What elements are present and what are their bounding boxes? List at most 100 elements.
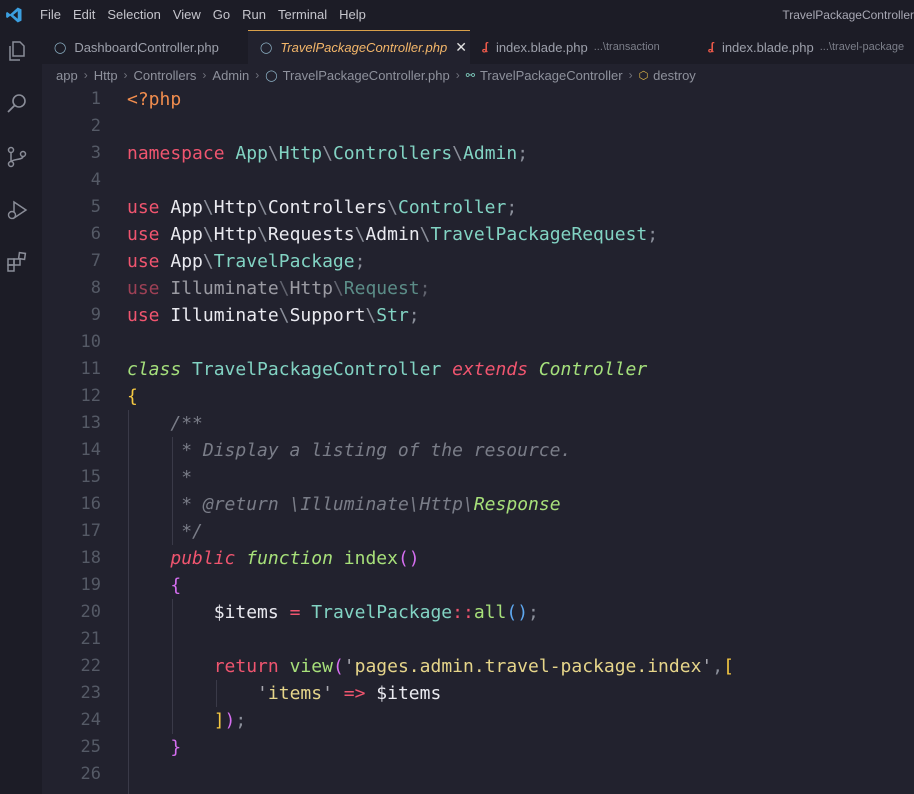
code-line[interactable]: 24 ]); <box>42 707 914 734</box>
code-text: namespace App\Http\Controllers\Admin; <box>127 143 529 164</box>
code-text: } <box>170 737 182 758</box>
code-text: ]); <box>213 710 247 731</box>
code-line[interactable]: 18 public function index() <box>42 545 914 572</box>
code-text: public function index() <box>170 548 420 569</box>
line-number: 26 <box>80 764 101 784</box>
code-text: $items = TravelPackage::all(); <box>213 602 539 623</box>
line-number: 10 <box>80 332 101 352</box>
php-icon: ◯ <box>54 41 67 54</box>
code-text: use App\Http\Controllers\Controller; <box>127 197 518 218</box>
line-number: 20 <box>80 602 101 622</box>
breadcrumb-item[interactable]: Controllers <box>134 68 197 83</box>
line-number: 2 <box>90 116 101 136</box>
tab-hint: ...\transaction <box>593 41 660 53</box>
code-line[interactable]: 6 use App\Http\Requests\Admin\TravelPacka… <box>42 221 914 248</box>
line-number: 3 <box>90 143 101 163</box>
code-text: */ <box>181 521 203 542</box>
code-text: use App\Http\Requests\Admin\TravelPackag… <box>127 224 659 245</box>
title-bar: File Edit Selection View Go Run Terminal… <box>0 0 914 30</box>
close-icon[interactable]: ✕ <box>455 39 467 56</box>
line-number: 19 <box>80 575 101 595</box>
code-line[interactable]: 9 use Illuminate\Support\Str; <box>42 302 914 329</box>
line-number: 4 <box>90 170 101 190</box>
code-text: use App\TravelPackage; <box>127 251 366 272</box>
menu-terminal[interactable]: Terminal <box>272 0 333 30</box>
code-line[interactable]: 21 <box>42 626 914 653</box>
code-line[interactable]: 15 * <box>42 464 914 491</box>
code-line[interactable]: 14 * Display a listing of the resource. <box>42 437 914 464</box>
line-number: 12 <box>80 386 101 406</box>
tab-index-blade-transaction[interactable]: ʆ index.blade.php ...\transaction <box>470 30 696 64</box>
code-line[interactable]: 2 <box>42 113 914 140</box>
explorer-icon[interactable] <box>5 39 29 63</box>
tab-index-blade-travel-package[interactable]: ʆ index.blade.php ...\travel-package <box>696 30 914 64</box>
menu-edit[interactable]: Edit <box>67 0 101 30</box>
line-number: 23 <box>80 683 101 703</box>
breadcrumb-item[interactable]: TravelPackageController.php <box>283 68 450 83</box>
line-number: 18 <box>80 548 101 568</box>
code-line[interactable]: 25 } <box>42 734 914 761</box>
code-text: /** <box>170 413 203 434</box>
line-number: 15 <box>80 467 101 487</box>
tab-label: index.blade.php <box>721 39 814 55</box>
tab-dashboard-controller[interactable]: ◯ DashboardController.php <box>42 30 248 64</box>
class-icon: ⚯ <box>465 69 475 82</box>
code-line[interactable]: 11 class TravelPackageController extends … <box>42 356 914 383</box>
menu-help[interactable]: Help <box>333 0 372 30</box>
line-number: 1 <box>90 89 101 109</box>
line-number: 13 <box>80 413 101 433</box>
code-text: return view('pages.admin.travel-package.… <box>213 656 734 677</box>
run-debug-icon[interactable] <box>5 198 29 222</box>
breadcrumb-item[interactable]: TravelPackageController <box>480 68 623 83</box>
tab-travel-package-controller[interactable]: ◯ TravelPackageController.php ✕ <box>248 30 470 64</box>
menu-selection[interactable]: Selection <box>101 0 166 30</box>
code-text: * <box>181 467 193 488</box>
breadcrumb: app › Http › Controllers › Admin › ◯ Tra… <box>42 64 914 86</box>
menu-go[interactable]: Go <box>207 0 236 30</box>
breadcrumb-item[interactable]: destroy <box>653 68 696 83</box>
code-line[interactable]: 17 */ <box>42 518 914 545</box>
code-line[interactable]: 13 /** <box>42 410 914 437</box>
chevron-right-icon: › <box>83 68 88 82</box>
search-icon[interactable] <box>5 92 29 116</box>
code-line[interactable]: 8 use Illuminate\Http\Request; <box>42 275 914 302</box>
code-line[interactable]: 4 <box>42 167 914 194</box>
line-number: 25 <box>80 737 101 757</box>
breadcrumb-item[interactable]: Admin <box>212 68 249 83</box>
code-line[interactable]: 5 use App\Http\Controllers\Controller; <box>42 194 914 221</box>
code-text: 'items' => $items <box>257 683 442 704</box>
code-line[interactable]: 12 { <box>42 383 914 410</box>
code-line[interactable]: 10 <box>42 329 914 356</box>
breadcrumb-item[interactable]: app <box>56 68 78 83</box>
code-line[interactable]: 22 return view('pages.admin.travel-packa… <box>42 653 914 680</box>
menu-file[interactable]: File <box>34 0 67 30</box>
php-icon: ◯ <box>265 69 278 82</box>
laravel-icon: ʆ <box>708 41 714 53</box>
source-control-icon[interactable] <box>5 145 29 169</box>
chevron-right-icon: › <box>202 68 207 82</box>
line-number: 11 <box>80 359 101 379</box>
menu-view[interactable]: View <box>167 0 207 30</box>
breadcrumb-item[interactable]: Http <box>94 68 118 83</box>
code-line[interactable]: 16 * @return \Illuminate\Http\Response <box>42 491 914 518</box>
laravel-icon: ʆ <box>482 41 488 53</box>
code-editor[interactable]: 1 <?php 2 3 namespace App\Http\Controllers\A… <box>42 86 914 794</box>
window-title: TravelPackageController <box>782 8 914 22</box>
code-line[interactable]: 23 'items' => $items <box>42 680 914 707</box>
line-number: 6 <box>90 224 101 244</box>
chevron-right-icon: › <box>455 68 460 82</box>
menu-run[interactable]: Run <box>236 0 272 30</box>
code-line[interactable]: 20 $items = TravelPackage::all(); <box>42 599 914 626</box>
code-text: * Display a listing of the resource. <box>181 440 572 461</box>
code-text: { <box>127 386 138 407</box>
chevron-right-icon: › <box>123 68 128 82</box>
line-number: 14 <box>80 440 101 460</box>
code-line[interactable]: 19 { <box>42 572 914 599</box>
code-text: class TravelPackageController extends Co… <box>127 359 648 380</box>
code-line[interactable]: 26 <box>42 761 914 788</box>
extensions-icon[interactable] <box>5 250 29 274</box>
code-line[interactable]: 7 use App\TravelPackage; <box>42 248 914 275</box>
code-line[interactable]: 3 namespace App\Http\Controllers\Admin; <box>42 140 914 167</box>
line-number: 24 <box>80 710 101 730</box>
code-line[interactable]: 1 <?php <box>42 86 914 113</box>
